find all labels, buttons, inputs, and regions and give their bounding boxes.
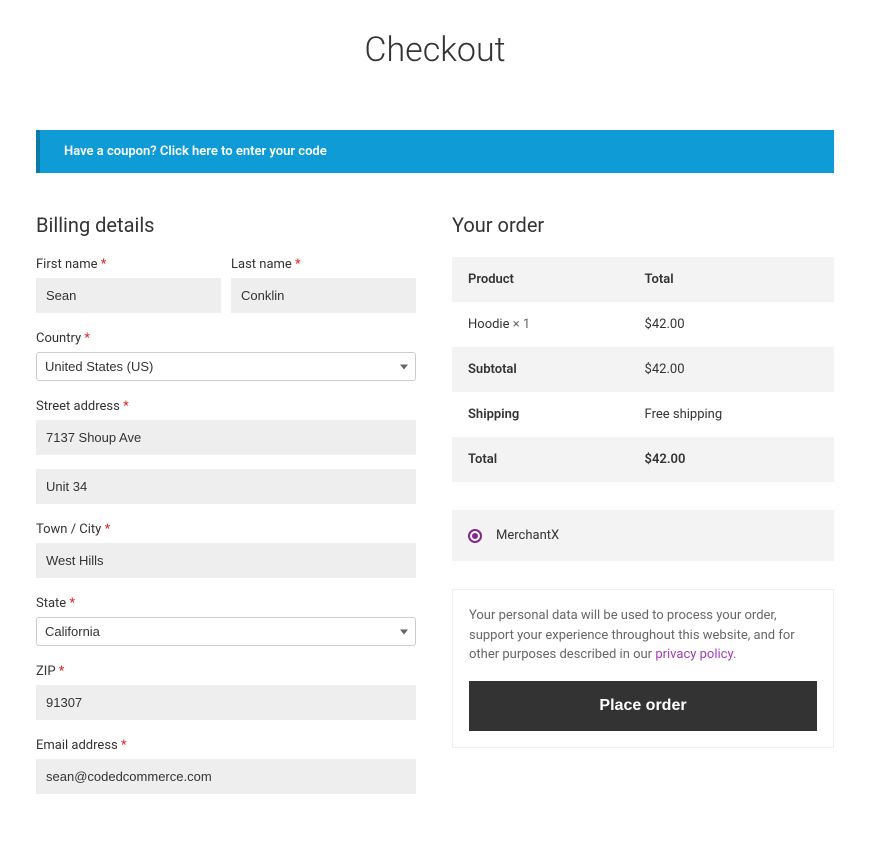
email-label: Email address * [36, 738, 416, 753]
email-input[interactable] [36, 759, 416, 794]
page-title: Checkout [36, 30, 834, 70]
state-label: State * [36, 596, 416, 611]
zip-label-text: ZIP [36, 664, 56, 679]
privacy-text-after: . [733, 647, 736, 662]
last-name-input[interactable] [231, 278, 416, 313]
total-value: $42.00 [629, 437, 834, 482]
required-mark: * [101, 257, 107, 272]
coupon-link[interactable]: Click here to enter your code [160, 144, 327, 159]
table-row: Hoodie × 1 $42.00 [452, 302, 834, 347]
required-mark: * [59, 664, 65, 679]
order-heading: Your order [452, 213, 834, 237]
state-select[interactable]: California [36, 617, 416, 646]
item-name: Hoodie [468, 317, 513, 332]
shipping-row: Shipping Free shipping [452, 392, 834, 437]
radio-dot-icon [472, 533, 478, 539]
privacy-and-submit: Your personal data will be used to proce… [452, 589, 834, 748]
zip-input[interactable] [36, 685, 416, 720]
coupon-prompt: Have a coupon? [64, 144, 160, 159]
email-label-text: Email address [36, 738, 118, 753]
subtotal-label: Subtotal [452, 347, 629, 392]
country-label-text: Country [36, 331, 81, 346]
country-label: Country * [36, 331, 416, 346]
privacy-policy-link[interactable]: privacy policy [655, 647, 733, 662]
subtotal-value: $42.00 [629, 347, 834, 392]
country-select[interactable]: United States (US) [36, 352, 416, 381]
zip-label: ZIP * [36, 664, 416, 679]
required-mark: * [69, 596, 75, 611]
privacy-text: Your personal data will be used to proce… [469, 606, 817, 665]
street-label-text: Street address [36, 399, 120, 414]
required-mark: * [295, 257, 301, 272]
first-name-input[interactable] [36, 278, 221, 313]
street-address-2-input[interactable] [36, 469, 416, 504]
required-mark: * [84, 331, 90, 346]
shipping-value: Free shipping [629, 392, 834, 437]
item-total: $42.00 [629, 302, 834, 347]
payment-method[interactable]: MerchantX [452, 510, 834, 561]
order-summary-table: Product Total Hoodie × 1 $42.00 Subtotal… [452, 257, 834, 482]
last-name-label: Last name * [231, 257, 416, 272]
item-qty: × 1 [513, 317, 530, 332]
required-mark: * [105, 522, 111, 537]
required-mark: * [121, 738, 127, 753]
first-name-label: First name * [36, 257, 221, 272]
city-label-text: Town / City [36, 522, 101, 537]
table-header-row: Product Total [452, 257, 834, 302]
street-address-1-input[interactable] [36, 420, 416, 455]
coupon-banner[interactable]: Have a coupon? Click here to enter your … [36, 130, 834, 173]
privacy-text-before: Your personal data will be used to proce… [469, 608, 795, 662]
total-label: Total [452, 437, 629, 482]
total-row: Total $42.00 [452, 437, 834, 482]
col-total: Total [629, 257, 834, 302]
shipping-label: Shipping [452, 392, 629, 437]
first-name-label-text: First name [36, 257, 97, 272]
radio-selected-icon[interactable] [468, 529, 482, 543]
place-order-button[interactable]: Place order [469, 681, 817, 731]
street-label: Street address * [36, 399, 416, 414]
state-label-text: State [36, 596, 66, 611]
billing-heading: Billing details [36, 213, 416, 237]
payment-method-name: MerchantX [496, 528, 559, 543]
city-input[interactable] [36, 543, 416, 578]
last-name-label-text: Last name [231, 257, 292, 272]
city-label: Town / City * [36, 522, 416, 537]
required-mark: * [123, 399, 129, 414]
subtotal-row: Subtotal $42.00 [452, 347, 834, 392]
col-product: Product [452, 257, 629, 302]
